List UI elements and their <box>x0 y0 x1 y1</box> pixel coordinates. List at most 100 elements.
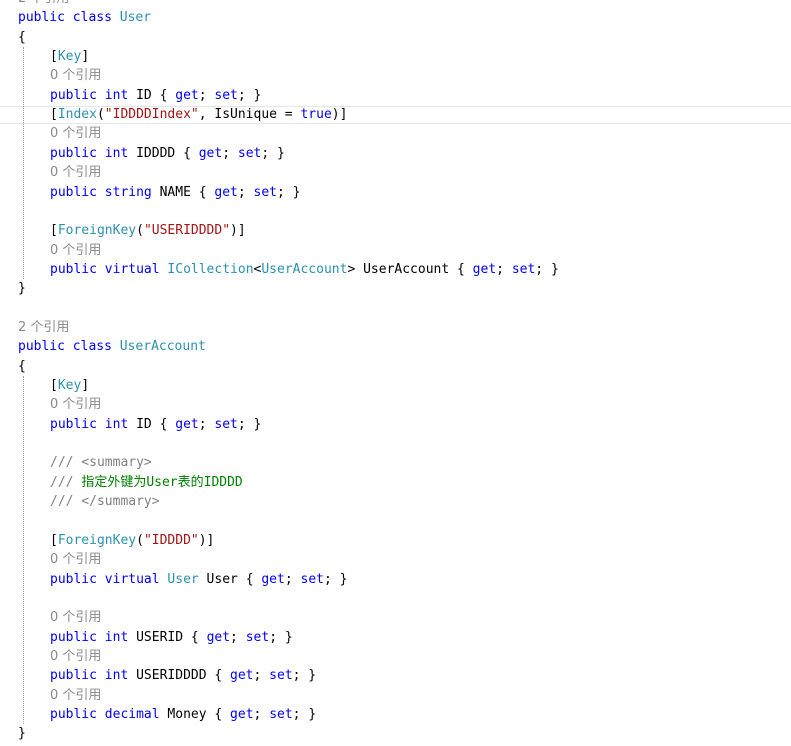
code-line[interactable]: [ForeignKey("USERIDDDD")] <box>18 221 246 240</box>
code-token: ID { <box>128 416 176 432</box>
codelens-label[interactable]: 0 个引用 <box>50 610 101 625</box>
code-line[interactable]: public virtual ICollection<UserAccount> … <box>18 260 559 279</box>
code-line[interactable]: [Index("IDDDDIndex", IsUnique = true)] <box>18 105 347 124</box>
code-token: )] <box>331 107 348 123</box>
codelens-reference-count[interactable]: 0 个引用 <box>18 66 101 85</box>
codelens-label[interactable]: 2 个引用 <box>18 320 69 335</box>
code-token: "USERIDDDD" <box>143 223 231 239</box>
code-token: )] <box>198 532 215 548</box>
code-line[interactable]: public decimal Money { get; set; } <box>18 705 316 724</box>
code-token: int <box>104 87 129 103</box>
code-token: } <box>18 281 26 297</box>
code-token: set <box>237 145 262 161</box>
codelens-reference-count[interactable]: 0 个引用 <box>18 647 101 666</box>
code-token: int <box>104 629 129 645</box>
code-token: ; <box>284 571 301 587</box>
codelens-label[interactable]: 0 个引用 <box>50 688 101 703</box>
code-token: get <box>206 629 231 645</box>
codelens-label[interactable]: 0 个引用 <box>50 649 101 664</box>
code-line[interactable]: public int USERIDDDD { get; set; } <box>18 666 316 685</box>
code-line[interactable]: public int ID { get; set; } <box>18 86 261 105</box>
codelens-label[interactable]: 0 个引用 <box>50 165 101 180</box>
codelens-reference-count[interactable]: 0 个引用 <box>18 163 101 182</box>
code-line[interactable]: public int USERID { get; set; } <box>18 628 293 647</box>
code-token: ; <box>253 668 270 684</box>
code-token: ( <box>96 107 105 123</box>
code-line[interactable]: { <box>18 357 26 376</box>
code-token: UserAccount <box>119 339 206 355</box>
code-token: get <box>472 261 497 277</box>
codelens-reference-count[interactable]: 0 个引用 <box>18 395 101 414</box>
code-line[interactable]: } <box>18 724 26 743</box>
code-line[interactable]: public int ID { get; set; } <box>18 415 261 434</box>
codelens-reference-count[interactable]: 0 个引用 <box>18 608 101 627</box>
codelens-label[interactable]: 2 个引用 <box>18 0 69 6</box>
codelens-label[interactable]: 0 个引用 <box>50 397 101 412</box>
codelens-reference-count[interactable]: 0 个引用 <box>18 686 101 705</box>
code-token: ; <box>496 261 512 277</box>
codelens-reference-count[interactable]: 2 个引用 <box>18 318 69 337</box>
code-token: /// <box>50 474 82 490</box>
code-token: "IDDDDIndex" <box>104 107 199 123</box>
codelens-label[interactable]: 0 个引用 <box>50 68 101 83</box>
code-token: } <box>18 726 26 742</box>
code-token: { <box>18 358 26 374</box>
code-token: set <box>269 668 293 684</box>
code-editor[interactable]: 2 个引用public class User{[Key]0 个引用public … <box>0 0 791 746</box>
code-token: USERIDDDD { <box>128 668 231 684</box>
code-token: IDDDD { <box>128 145 199 161</box>
code-token: Key <box>57 49 82 65</box>
codelens-label[interactable]: 0 个引用 <box>50 243 101 258</box>
code-token: Key <box>57 378 82 393</box>
code-token: ; } <box>261 145 285 161</box>
code-line[interactable]: public class UserAccount <box>18 337 206 356</box>
code-line[interactable]: [Key] <box>18 47 89 66</box>
codelens-reference-count[interactable]: 0 个引用 <box>18 241 101 260</box>
code-line[interactable]: [Key] <box>18 376 89 395</box>
code-token: /// <summary> <box>50 455 152 471</box>
code-line[interactable]: /// </summary> <box>18 492 160 511</box>
code-token: ForeignKey <box>57 223 137 239</box>
code-line[interactable]: } <box>18 279 26 298</box>
code-token: ICollection <box>167 261 254 277</box>
code-token: get <box>230 668 254 684</box>
code-token: [ <box>50 223 58 239</box>
code-token: virtual <box>104 261 160 277</box>
code-token: public <box>18 339 65 355</box>
code-token: ; } <box>323 571 348 587</box>
code-token: set <box>511 261 536 277</box>
code-token: [ <box>50 107 58 123</box>
code-line[interactable]: /// <summary> <box>18 453 152 472</box>
code-token: decimal <box>104 706 160 722</box>
code-line[interactable]: { <box>18 28 26 47</box>
code-line[interactable]: /// 指定外键为User表的IDDDD <box>18 473 243 492</box>
code-token: public <box>50 87 97 103</box>
code-token: true <box>300 107 332 123</box>
code-token: ; <box>198 87 215 103</box>
code-line[interactable]: [ForeignKey("IDDDD")] <box>18 531 214 550</box>
codelens-reference-count[interactable]: 0 个引用 <box>18 550 101 569</box>
code-token: UserAccount <box>261 261 348 277</box>
code-line[interactable]: public string NAME { get; set; } <box>18 183 301 202</box>
code-token: set <box>214 416 238 432</box>
codelens-reference-count[interactable]: 2 个引用 <box>18 0 69 8</box>
code-line[interactable]: public virtual User User { get; set; } <box>18 570 347 589</box>
code-token: ( <box>136 532 144 548</box>
code-line[interactable]: public class User <box>18 8 151 27</box>
codelens-label[interactable]: 0 个引用 <box>50 126 101 141</box>
codelens-label[interactable]: 0 个引用 <box>50 552 101 567</box>
code-token: int <box>104 145 129 161</box>
code-line[interactable]: public int IDDDD { get; set; } <box>18 144 285 163</box>
code-token: , IsUnique = <box>198 107 301 123</box>
codelens-reference-count[interactable]: 0 个引用 <box>18 124 101 143</box>
code-token: public <box>50 261 97 277</box>
code-token: get <box>175 87 199 103</box>
code-token: ; <box>198 416 215 432</box>
code-token: get <box>175 416 199 432</box>
